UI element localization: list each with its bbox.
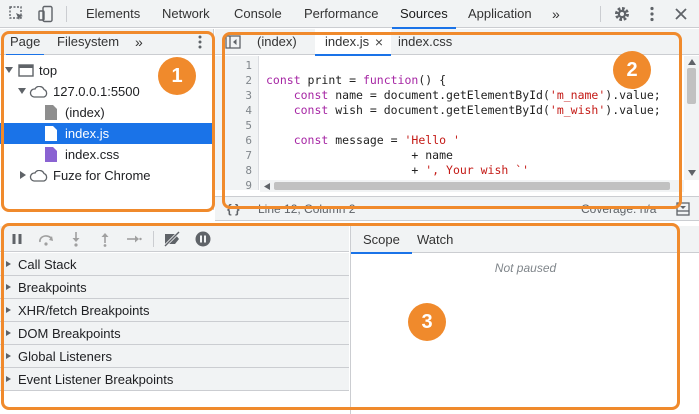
callout-badge-2: 2 (613, 51, 651, 89)
device-toolbar-icon[interactable] (37, 5, 55, 23)
scroll-up-icon[interactable] (688, 59, 696, 65)
callout-badge-3: 3 (408, 303, 446, 341)
settings-gear-icon[interactable] (613, 5, 631, 23)
editor-vertical-scrollbar[interactable] (684, 56, 699, 180)
tab-network[interactable]: Network (160, 0, 212, 28)
scroll-down-icon[interactable] (688, 170, 696, 176)
callout-badge-1: 1 (158, 57, 196, 95)
devtools-toolbar: Elements Network Console Performance Sou… (0, 0, 699, 29)
close-icon[interactable] (672, 5, 690, 23)
scrollbar-thumb[interactable] (687, 68, 696, 104)
callout-box-editor (222, 32, 682, 209)
tab-application[interactable]: Application (466, 0, 534, 28)
inspect-element-icon[interactable] (8, 5, 26, 23)
more-tabs-chevron-icon[interactable]: » (550, 0, 562, 28)
tab-performance[interactable]: Performance (302, 0, 380, 28)
tab-elements[interactable]: Elements (84, 0, 142, 28)
more-options-icon[interactable] (643, 5, 661, 23)
callout-box-debugger (1, 223, 680, 410)
tab-console[interactable]: Console (232, 0, 284, 28)
toolbar-divider (600, 6, 601, 22)
toolbar-divider (66, 6, 67, 22)
tab-sources[interactable]: Sources (392, 0, 456, 29)
